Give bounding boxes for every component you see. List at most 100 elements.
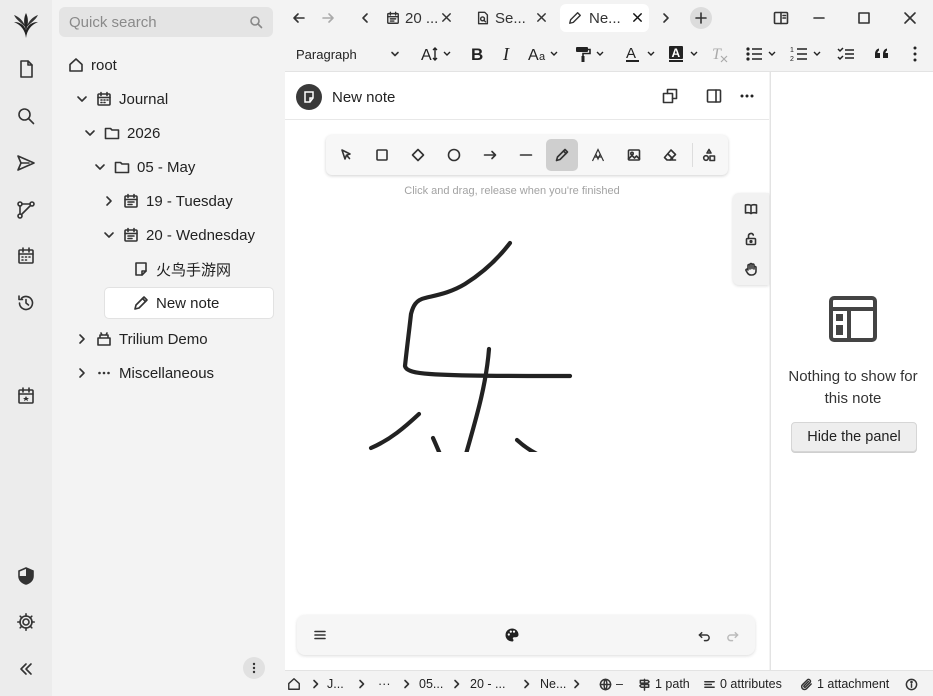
quick-search[interactable] (59, 7, 273, 37)
tool-image[interactable] (618, 139, 650, 171)
scroll-tabs-right-icon[interactable] (658, 10, 674, 26)
chevron-down-icon[interactable] (101, 227, 117, 243)
new-note-icon[interactable] (10, 53, 42, 85)
tree-item-day19[interactable]: 19 - Tuesday (101, 186, 233, 216)
tree-item-new-note[interactable]: New note (105, 288, 273, 318)
italic-button[interactable]: I (500, 44, 516, 64)
tool-ellipse[interactable] (438, 139, 470, 171)
main-menu-icon[interactable] (311, 626, 329, 644)
chevron-right-icon[interactable] (101, 193, 117, 209)
redo-icon[interactable] (723, 626, 741, 644)
scroll-tabs-left-icon[interactable] (357, 10, 373, 26)
breadcrumb-ellipsis[interactable]: ··· (378, 675, 391, 693)
hand-pan-icon[interactable] (741, 259, 761, 279)
tool-rectangle[interactable] (366, 139, 398, 171)
remove-format-button[interactable]: T (711, 44, 729, 64)
maximize-window-icon[interactable] (853, 7, 875, 29)
format-painter-button[interactable] (575, 44, 609, 64)
bold-button[interactable]: B (469, 44, 485, 64)
unlock-icon[interactable] (741, 229, 761, 249)
tree-item-root[interactable]: root (68, 50, 117, 80)
font-size-button[interactable]: A (420, 44, 454, 64)
clone-note-icon[interactable] (660, 86, 680, 106)
breadcrumb-note[interactable]: Ne... (540, 675, 566, 693)
back-arrow-icon[interactable] (289, 8, 309, 28)
chevron-right-icon[interactable] (74, 331, 90, 347)
tab-journal-day[interactable]: 20 ... (378, 4, 458, 32)
close-icon[interactable] (441, 12, 452, 23)
numbered-list-button[interactable]: 12 (790, 44, 824, 64)
toggle-right-pane-icon[interactable] (770, 7, 792, 29)
tree-item-journal[interactable]: Journal (74, 84, 168, 114)
bulleted-list-button[interactable] (745, 44, 779, 64)
breadcrumb-day[interactable]: 20 - ... (470, 675, 505, 693)
protected-session-icon[interactable] (10, 560, 42, 592)
drawing-stroke[interactable] (514, 437, 593, 452)
note-actions-menu-icon[interactable] (737, 86, 757, 106)
chevron-down-icon[interactable] (82, 125, 98, 141)
close-window-icon[interactable] (899, 7, 921, 29)
search-icon[interactable] (10, 100, 42, 132)
search-icon[interactable] (249, 15, 263, 29)
breadcrumb-journal[interactable]: J... (327, 675, 344, 693)
note-title[interactable]: New note (332, 89, 395, 106)
library-book-icon[interactable] (741, 199, 761, 219)
tool-selection[interactable] (330, 139, 362, 171)
tree-item-year[interactable]: 2026 (82, 118, 160, 148)
trilium-logo-icon[interactable] (10, 10, 42, 42)
hide-panel-button[interactable]: Hide the panel (791, 422, 917, 452)
drawing-stroke[interactable] (430, 346, 492, 452)
note-paths[interactable]: 1 path (638, 675, 690, 693)
tool-text[interactable] (582, 139, 614, 171)
background-color-button[interactable]: A (668, 44, 702, 64)
tool-line[interactable] (510, 139, 542, 171)
tree-item-cn-note[interactable]: 火鸟手游网 (133, 254, 231, 284)
text-style-button[interactable]: Aa (528, 44, 562, 64)
chevron-down-icon[interactable] (92, 159, 108, 175)
collapse-sidebar-icon[interactable] (10, 653, 42, 685)
forward-arrow-icon[interactable] (318, 8, 338, 28)
send-icon[interactable] (10, 147, 42, 179)
tab-new-note[interactable]: Ne... (560, 4, 649, 32)
recent-changes-icon[interactable] (10, 287, 42, 319)
tree-item-day20[interactable]: 20 - Wednesday (101, 220, 255, 250)
paragraph-style-select[interactable]: Paragraph (296, 44, 406, 64)
close-icon[interactable] (536, 12, 547, 23)
tool-extra-shapes[interactable] (693, 139, 725, 171)
minimize-window-icon[interactable] (808, 7, 830, 29)
font-color-button[interactable]: A (625, 44, 659, 64)
block-quote-button[interactable] (874, 44, 890, 64)
tool-eraser[interactable] (654, 139, 686, 171)
tool-draw[interactable] (546, 139, 578, 171)
settings-gear-icon[interactable] (10, 606, 42, 638)
drawing-stroke[interactable] (368, 411, 422, 451)
tree-menu-button[interactable] (243, 657, 265, 679)
today-calendar-icon[interactable] (10, 380, 42, 412)
todo-list-button[interactable] (837, 44, 855, 64)
chevron-down-icon[interactable] (74, 91, 90, 107)
calendar-icon[interactable] (10, 240, 42, 272)
tool-diamond[interactable] (402, 139, 434, 171)
new-tab-button[interactable] (690, 7, 712, 29)
tab-search[interactable]: Se... (468, 4, 553, 32)
note-type-icon[interactable] (296, 84, 322, 110)
tree-item-trilium-demo[interactable]: Trilium Demo (74, 324, 208, 354)
breadcrumb-month[interactable]: 05... (419, 675, 443, 693)
note-language[interactable]: – (599, 675, 623, 693)
drawing-canvas[interactable] (285, 222, 739, 452)
breadcrumb-home[interactable] (287, 675, 301, 693)
tool-arrow[interactable] (474, 139, 506, 171)
note-attributes[interactable]: 0 attributes (703, 675, 782, 693)
quick-search-input[interactable] (69, 13, 239, 31)
note-attachments[interactable]: 1 attachment (800, 675, 889, 693)
note-info-button[interactable] (905, 675, 918, 693)
note-map-icon[interactable] (10, 194, 42, 226)
tree-item-month[interactable]: 05 - May (92, 152, 195, 182)
color-palette-icon[interactable] (503, 626, 521, 644)
chevron-right-icon[interactable] (74, 365, 90, 381)
close-icon[interactable] (632, 12, 643, 23)
more-formatting-button[interactable] (910, 44, 920, 64)
undo-icon[interactable] (695, 626, 713, 644)
tree-item-misc[interactable]: Miscellaneous (74, 358, 214, 388)
toggle-sidebar-icon[interactable] (704, 86, 724, 106)
